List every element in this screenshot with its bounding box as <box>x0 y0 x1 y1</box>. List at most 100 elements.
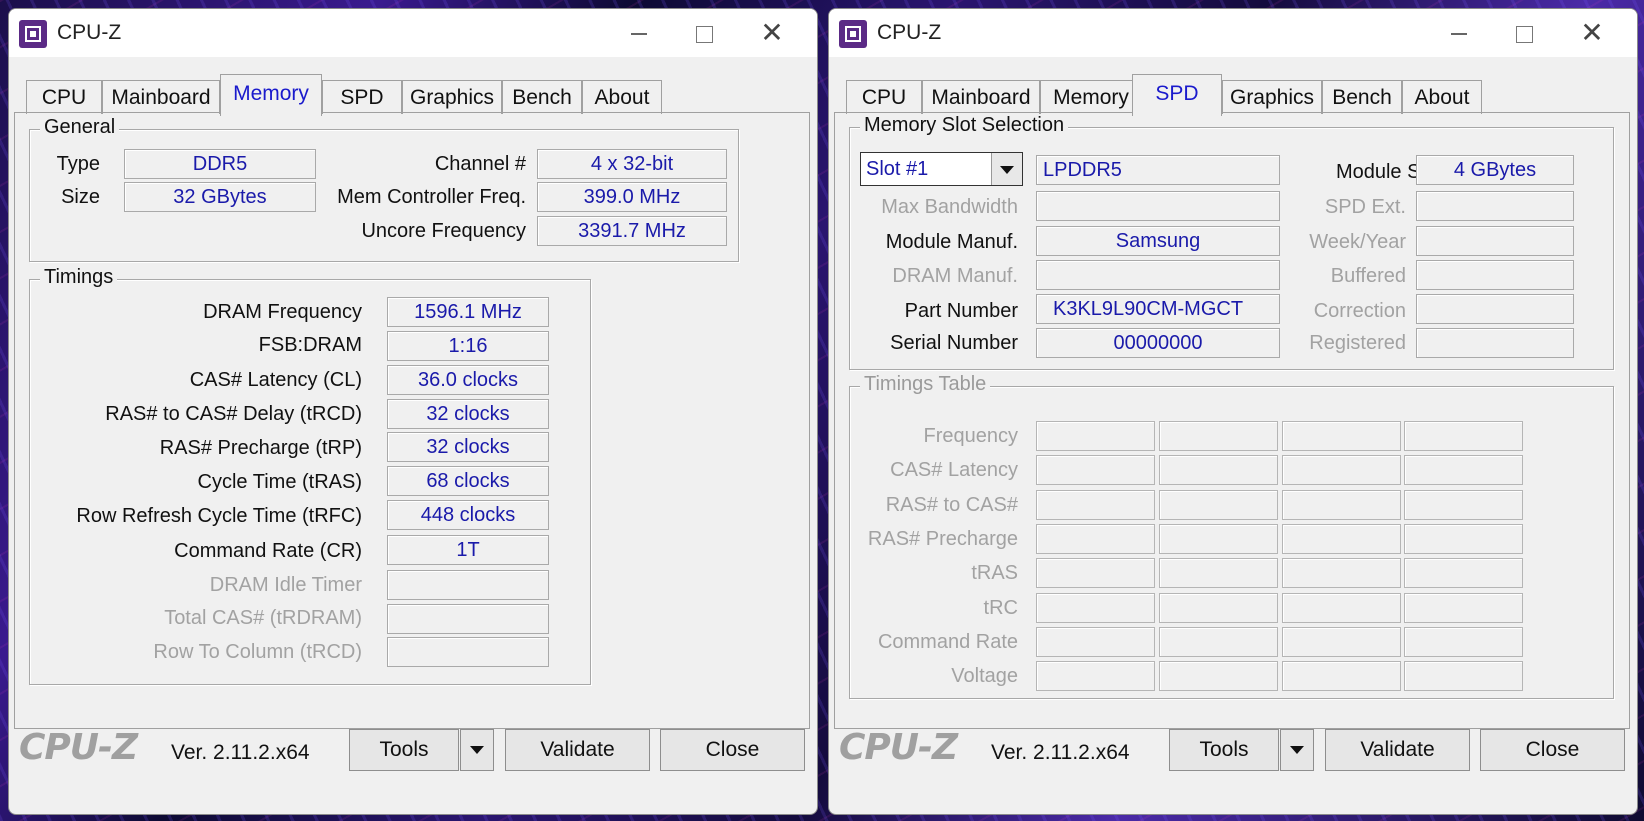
tab-mainboard[interactable]: Mainboard <box>922 80 1040 114</box>
timings-table-group: Timings Table Frequency CAS# Latency RAS# … <box>849 373 1614 699</box>
timings-table-cell <box>1282 661 1401 692</box>
fsb-dram-label: FSB:DRAM <box>258 334 362 356</box>
validate-button[interactable]: Validate <box>505 729 650 771</box>
timings-table-cell <box>1404 421 1523 451</box>
timings-table-cell <box>1159 523 1278 554</box>
timings-title: Timings <box>40 266 118 289</box>
title-bar[interactable]: CPU-Z ✕ <box>829 9 1637 57</box>
version-label: Ver. 2.11.2.x64 <box>991 741 1130 764</box>
timings-group: Timings DRAM Frequency 1596.1 MHz FSB:DR… <box>29 266 591 685</box>
minimize-button[interactable] <box>1436 17 1482 49</box>
command-rate-value: 1T <box>387 535 549 565</box>
uncore-frequency-label: Uncore Frequency <box>361 220 526 242</box>
tras-label: Cycle Time (tRAS) <box>197 471 362 493</box>
tools-button[interactable]: Tools <box>1169 729 1279 771</box>
timings-table-cell <box>1404 558 1523 589</box>
minimize-button[interactable] <box>616 17 662 49</box>
timings-table-cell <box>1159 626 1278 657</box>
close-window-button[interactable]: ✕ <box>749 17 795 49</box>
timings-table-row-label: Command Rate <box>877 630 1018 653</box>
part-number-label: Part Number <box>904 300 1018 322</box>
maximize-button[interactable] <box>681 17 727 49</box>
timings-table-cell <box>1282 489 1401 520</box>
tab-about[interactable]: About <box>582 80 662 114</box>
timings-table-cell <box>1282 558 1401 589</box>
total-cas-label: Total CAS# (tRDRAM) <box>164 607 362 629</box>
tab-spd[interactable]: SPD <box>322 80 402 114</box>
timings-table-cell <box>1404 626 1523 657</box>
slot-select[interactable]: Slot #1 <box>860 152 1023 186</box>
tools-dropdown-button[interactable] <box>1280 729 1314 771</box>
timings-table-row-label: tRC <box>983 596 1018 619</box>
timings-table-cell <box>1159 592 1278 623</box>
close-button[interactable]: Close <box>660 729 805 771</box>
validate-button[interactable]: Validate <box>1325 729 1470 771</box>
dram-idle-timer-value <box>387 570 549 600</box>
timings-table-cell <box>1036 592 1155 623</box>
trfc-value: 448 clocks <box>387 500 549 530</box>
tab-spd[interactable]: SPD <box>1132 74 1222 116</box>
tools-dropdown-button[interactable] <box>460 729 494 771</box>
close-window-button[interactable]: ✕ <box>1569 17 1615 49</box>
timings-table-cell <box>1036 489 1155 520</box>
timings-table-row-label: Frequency <box>923 425 1019 447</box>
cpuz-app-icon <box>19 20 47 48</box>
buffered-value <box>1416 260 1574 290</box>
timings-table-row-label: tRAS <box>971 562 1018 585</box>
tab-memory[interactable]: Memory <box>220 74 322 116</box>
spd-ext-label: SPD Ext. <box>1324 196 1406 218</box>
maximize-button[interactable] <box>1501 17 1547 49</box>
tab-graphics[interactable]: Graphics <box>402 80 502 114</box>
dram-frequency-value: 1596.1 MHz <box>387 297 549 327</box>
trcd-value: 32 clocks <box>387 399 549 429</box>
dram-manuf-label: DRAM Manuf. <box>892 265 1018 287</box>
cas-latency-label: CAS# Latency (CL) <box>189 369 362 391</box>
trp-value: 32 clocks <box>387 432 549 462</box>
tab-cpu[interactable]: CPU <box>846 80 922 114</box>
timings-table-cell <box>1036 523 1155 554</box>
timings-table-cell <box>1404 455 1523 486</box>
registered-value <box>1416 328 1574 358</box>
timings-table-cell <box>1282 626 1401 657</box>
timings-table-title: Timings Table <box>860 373 991 396</box>
maximize-icon <box>1515 25 1533 43</box>
module-size-value: 4 GBytes <box>1416 155 1574 185</box>
timings-table-cell <box>1282 421 1401 451</box>
timings-table-cell <box>1159 489 1278 520</box>
memory-slot-selection-group: Memory Slot Selection Slot #1 LPDDR5 Mod… <box>849 114 1614 370</box>
tab-bench[interactable]: Bench <box>502 80 582 114</box>
maximize-icon <box>695 25 713 43</box>
mem-controller-freq-label: Mem Controller Freq. <box>337 186 526 208</box>
timings-table-row-label: RAS# to CAS# <box>885 493 1018 516</box>
command-rate-label: Command Rate (CR) <box>174 540 362 562</box>
dram-manuf-value <box>1036 260 1280 290</box>
tab-graphics[interactable]: Graphics <box>1222 80 1322 114</box>
spd-ext-value <box>1416 191 1574 221</box>
timings-table-row-label: Voltage <box>951 665 1018 688</box>
tab-memory[interactable]: Memory <box>1040 80 1142 114</box>
dram-frequency-label: DRAM Frequency <box>203 301 362 323</box>
tools-button[interactable]: Tools <box>349 729 459 771</box>
timings-table-cell <box>1036 455 1155 486</box>
week-year-value <box>1416 226 1574 256</box>
trfc-label: Row Refresh Cycle Time (tRFC) <box>76 505 362 527</box>
timings-table-cell <box>1036 661 1155 692</box>
title-bar[interactable]: CPU-Z ✕ <box>9 9 817 57</box>
buffered-label: Buffered <box>1330 265 1406 287</box>
close-icon: ✕ <box>760 17 784 48</box>
timings-table-cell <box>1036 421 1155 451</box>
type-value: DDR5 <box>124 149 316 179</box>
close-button[interactable]: Close <box>1480 729 1625 771</box>
correction-label: Correction <box>1313 300 1406 322</box>
tab-about[interactable]: About <box>1402 80 1482 114</box>
tab-mainboard[interactable]: Mainboard <box>102 80 220 114</box>
part-number-value: K3KL9L90CM-MGCT <box>1036 294 1280 324</box>
timings-table-cell <box>1404 489 1523 520</box>
timings-table-cell <box>1282 523 1401 554</box>
uncore-frequency-value: 3391.7 MHz <box>537 216 727 246</box>
mem-controller-freq-value: 399.0 MHz <box>537 182 727 212</box>
tab-bench[interactable]: Bench <box>1322 80 1402 114</box>
channel-label: Channel # <box>434 153 526 175</box>
row-to-column-value <box>387 637 549 667</box>
tab-cpu[interactable]: CPU <box>26 80 102 114</box>
